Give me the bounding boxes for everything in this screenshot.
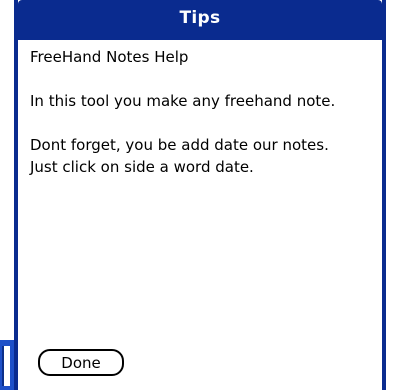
background-window-strip bbox=[0, 340, 14, 390]
help-paragraph-1: In this tool you make any freehand note. bbox=[30, 92, 336, 110]
help-paragraph-2-line-1: Dont forget, you be add date our notes. bbox=[30, 136, 329, 154]
help-heading: FreeHand Notes Help bbox=[30, 48, 189, 66]
help-paragraph-2-line-2: Just click on side a word date. bbox=[30, 158, 254, 176]
tips-dialog: Tips FreeHand Notes Help In this tool yo… bbox=[14, 0, 386, 390]
dialog-title: Tips bbox=[179, 8, 221, 28]
dialog-title-bar: Tips bbox=[18, 0, 382, 40]
done-button[interactable]: Done bbox=[38, 349, 124, 376]
dialog-content: FreeHand Notes Help In this tool you mak… bbox=[30, 46, 376, 178]
background-window-edge bbox=[2, 346, 10, 386]
